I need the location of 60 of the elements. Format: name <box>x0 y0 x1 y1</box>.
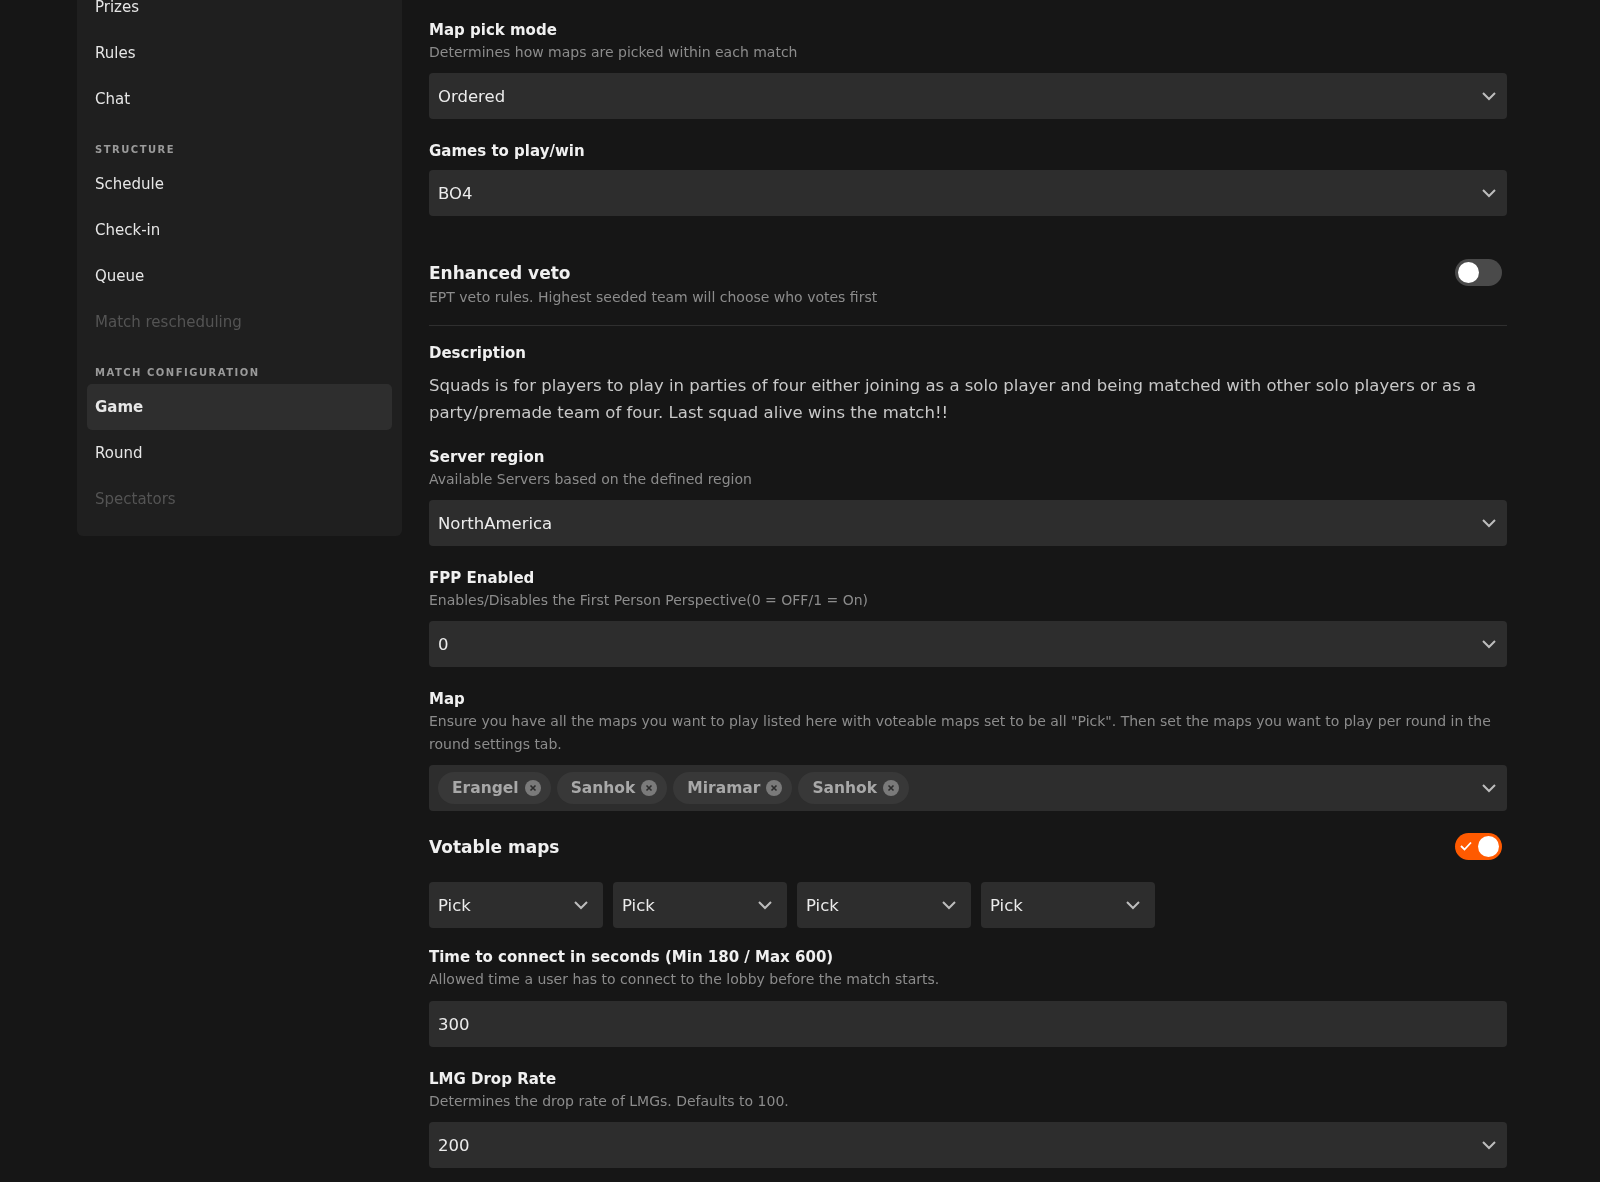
setting-label: Votable maps <box>429 835 560 858</box>
setting-description: EPT veto rules. Highest seeded team will choose who votes first <box>429 288 879 307</box>
dropdown-select[interactable]: Pick <box>429 882 603 928</box>
chevron-down-icon <box>1481 518 1497 528</box>
map-tag: Sanhok <box>556 772 668 804</box>
check-icon <box>1460 841 1472 851</box>
setting-label: Time to connect in seconds (Min 180 / Max 600) <box>429 947 835 968</box>
map-tag: Sanhok <box>798 772 910 804</box>
setting-label: Description <box>429 343 528 364</box>
setting-description: Enables/Disables the First Person Perspective(0 = OFF/1 = On) <box>429 591 870 610</box>
setting-label: Server region <box>429 447 546 468</box>
chevron-down-icon <box>1481 1140 1497 1150</box>
chevron-down-icon <box>757 900 773 910</box>
dropdown-select[interactable]: Pick <box>797 882 971 928</box>
setting-description: Determines the drop rate of LMGs. Defaults to 100. <box>429 1092 790 1111</box>
dropdown-select[interactable]: Pick <box>613 882 787 928</box>
sidebar-heading: STRUCTURE <box>94 143 177 157</box>
setting-label: Enhanced veto <box>429 261 571 284</box>
sidebar-item[interactable]: Queue <box>87 253 392 299</box>
chevron-down-icon <box>1481 783 1497 793</box>
sidebar-item[interactable]: Schedule <box>87 161 392 207</box>
chevron-down-icon <box>1481 91 1497 101</box>
dropdown-select[interactable]: BO4 <box>429 170 1507 216</box>
toggle-switch[interactable] <box>1455 259 1502 286</box>
dropdown-select[interactable]: Ordered <box>429 73 1507 119</box>
setting-label: Map pick mode <box>429 20 558 41</box>
remove-icon[interactable] <box>883 780 900 796</box>
remove-icon[interactable] <box>641 780 658 796</box>
map-tag: Erangel <box>438 772 551 804</box>
chevron-down-icon <box>1125 900 1141 910</box>
setting-description: Allowed time a user has to connect to the lobby before the match starts. <box>429 970 941 989</box>
dropdown-select[interactable]: 0 <box>429 621 1507 667</box>
sidebar-item[interactable]: Prizes <box>87 0 392 30</box>
setting-label: FPP Enabled <box>429 568 536 589</box>
chevron-down-icon <box>1481 639 1497 649</box>
description-text: Squads is for players to play in parties of four either joining as a solo player and being matched with other solo players or as a party/premade team of four. Last squad alive wins the match!! <box>429 375 1478 424</box>
dropdown-select[interactable]: 200 <box>429 1122 1507 1168</box>
sidebar-item[interactable]: Round <box>87 430 392 476</box>
setting-label: Games to play/win <box>429 141 586 162</box>
chevron-down-icon <box>941 900 957 910</box>
sidebar-heading: MATCH CONFIGURATION <box>94 366 261 380</box>
setting-label: LMG Drop Rate <box>429 1069 558 1090</box>
remove-icon[interactable] <box>524 780 541 796</box>
map-tag: Miramar <box>673 772 793 804</box>
toggle-switch[interactable] <box>1455 833 1502 860</box>
setting-description: Ensure you have all the maps you want to play listed here with voteable maps set to be all "Pick". Then set the maps you want to play per round in the round settings tab. <box>429 712 1492 754</box>
chevron-down-icon <box>573 900 589 910</box>
dropdown-select[interactable]: NorthAmerica <box>429 500 1507 546</box>
setting-description: Determines how maps are picked within each match <box>429 43 799 62</box>
input-field[interactable]: 300 <box>429 1001 1507 1047</box>
sidebar-item[interactable]: Check-in <box>87 207 392 253</box>
sidebar-item[interactable]: Rules <box>87 30 392 76</box>
remove-icon[interactable] <box>766 780 783 796</box>
dropdown-select[interactable]: Pick <box>981 882 1155 928</box>
chevron-down-icon <box>1481 188 1497 198</box>
multi-select[interactable]: Erangel Sanhok Miramar Sanhok <box>429 765 1507 811</box>
sidebar-item[interactable]: Game <box>87 384 392 430</box>
sidebar-item[interactable]: Chat <box>87 76 392 122</box>
setting-description: Available Servers based on the defined region <box>429 470 753 489</box>
setting-label: Map <box>429 689 466 710</box>
